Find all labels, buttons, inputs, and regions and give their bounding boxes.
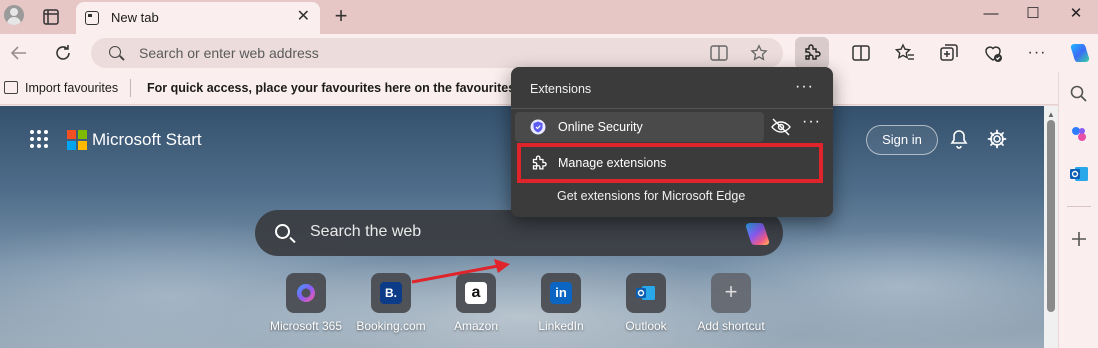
shortcut-label: Amazon <box>453 319 499 333</box>
extensions-menu-title: Extensions <box>530 82 592 96</box>
microsoft-365-icon <box>286 273 326 313</box>
shortcut-label: LinkedIn <box>538 319 584 333</box>
favourites-bar-hint: For quick access, place your favourites … <box>147 81 511 95</box>
window-close-button[interactable]: ✕ <box>1064 4 1088 24</box>
tab-strip: New tab ✕ + — ☐ ✕ <box>0 0 1098 34</box>
extensions-menu-more-icon[interactable]: ··· <box>795 78 814 96</box>
import-favourites-icon <box>4 81 18 94</box>
shield-icon <box>530 119 546 135</box>
sidebar-copilot-icon[interactable] <box>1069 124 1089 144</box>
manage-extensions-label: Manage extensions <box>558 156 667 170</box>
extensions-menu: Extensions ··· Online Security ··· Manag… <box>511 67 833 217</box>
shortcut-microsoft-365[interactable]: Microsoft 365 <box>261 273 351 333</box>
shortcut-outlook[interactable]: Outlook <box>601 273 691 333</box>
favourites-icon[interactable] <box>894 42 916 64</box>
tab-title: New tab <box>111 10 159 25</box>
outlook-icon <box>626 273 666 313</box>
tab-actions-icon[interactable] <box>40 6 62 28</box>
minimize-button[interactable]: — <box>979 4 1003 24</box>
app-launcher-icon[interactable] <box>30 130 48 148</box>
sidebar-search-icon[interactable] <box>1069 84 1089 104</box>
linkedin-icon: in <box>541 273 581 313</box>
back-icon[interactable] <box>8 42 30 64</box>
collections-icon[interactable] <box>938 42 960 64</box>
web-search-icon <box>275 224 290 239</box>
split-screen-icon[interactable] <box>850 42 872 64</box>
new-tab-button[interactable]: + <box>330 5 352 27</box>
shortcut-add[interactable]: + Add shortcut <box>686 273 776 333</box>
shortcut-label: Microsoft 365 <box>269 319 343 333</box>
get-extensions-link[interactable]: Get extensions for Microsoft Edge <box>557 189 745 203</box>
search-icon <box>109 46 121 58</box>
booking-icon: B. <box>371 273 411 313</box>
address-input[interactable] <box>139 43 639 63</box>
notifications-bell-icon[interactable] <box>948 128 970 150</box>
sidebar-add-icon[interactable] <box>1069 229 1089 249</box>
web-search-placeholder: Search the web <box>310 223 422 240</box>
shortcut-label: Add shortcut <box>697 319 765 333</box>
extension-more-options-icon[interactable]: ··· <box>802 113 821 131</box>
extension-item-online-security[interactable]: Online Security <box>515 112 764 142</box>
extension-name: Online Security <box>558 120 643 134</box>
search-copilot-icon[interactable] <box>742 221 772 247</box>
brand-title: Microsoft Start <box>92 130 202 149</box>
address-bar[interactable] <box>91 38 783 68</box>
new-tab-favicon-icon <box>85 11 99 25</box>
profile-avatar-icon[interactable] <box>4 5 24 25</box>
sidebar-outlook-icon[interactable] <box>1069 164 1089 184</box>
favourites-separator <box>130 79 131 97</box>
scroll-up-icon[interactable]: ▲ <box>1047 110 1055 119</box>
scrollbar-thumb[interactable] <box>1047 120 1055 312</box>
annotation-arrow-icon <box>411 259 510 284</box>
immersive-reader-icon[interactable] <box>710 45 728 61</box>
sidebar-divider <box>1067 206 1091 207</box>
puzzle-icon <box>805 44 821 60</box>
import-favourites-button[interactable]: Import favourites <box>25 81 118 95</box>
browser-essentials-icon[interactable] <box>982 42 1004 64</box>
shortcut-label: Booking.com <box>356 319 426 333</box>
edge-sidebar <box>1058 72 1098 348</box>
puzzle-icon <box>532 155 547 170</box>
tab-close-icon[interactable]: ✕ <box>297 8 310 26</box>
manage-extensions-item[interactable]: Manage extensions <box>517 143 823 183</box>
maximize-button[interactable]: ☐ <box>1021 4 1045 24</box>
plus-icon: + <box>711 273 751 313</box>
page-settings-gear-icon[interactable] <box>986 128 1008 150</box>
sign-in-button[interactable]: Sign in <box>866 125 938 155</box>
page-scrollbar[interactable]: ▲ <box>1044 106 1058 348</box>
favourite-star-icon[interactable] <box>750 44 768 62</box>
settings-and-more-icon[interactable]: ··· <box>1026 42 1048 64</box>
extensions-menu-divider <box>511 108 833 109</box>
extensions-button[interactable] <box>795 37 829 69</box>
microsoft-logo-icon <box>67 130 87 150</box>
hide-from-toolbar-icon[interactable] <box>770 116 792 138</box>
shortcut-linkedin[interactable]: in LinkedIn <box>516 273 606 333</box>
refresh-icon[interactable] <box>52 42 74 64</box>
tab-new-tab[interactable]: New tab ✕ <box>76 2 320 34</box>
shortcut-label: Outlook <box>625 319 667 333</box>
copilot-icon[interactable] <box>1067 41 1091 65</box>
